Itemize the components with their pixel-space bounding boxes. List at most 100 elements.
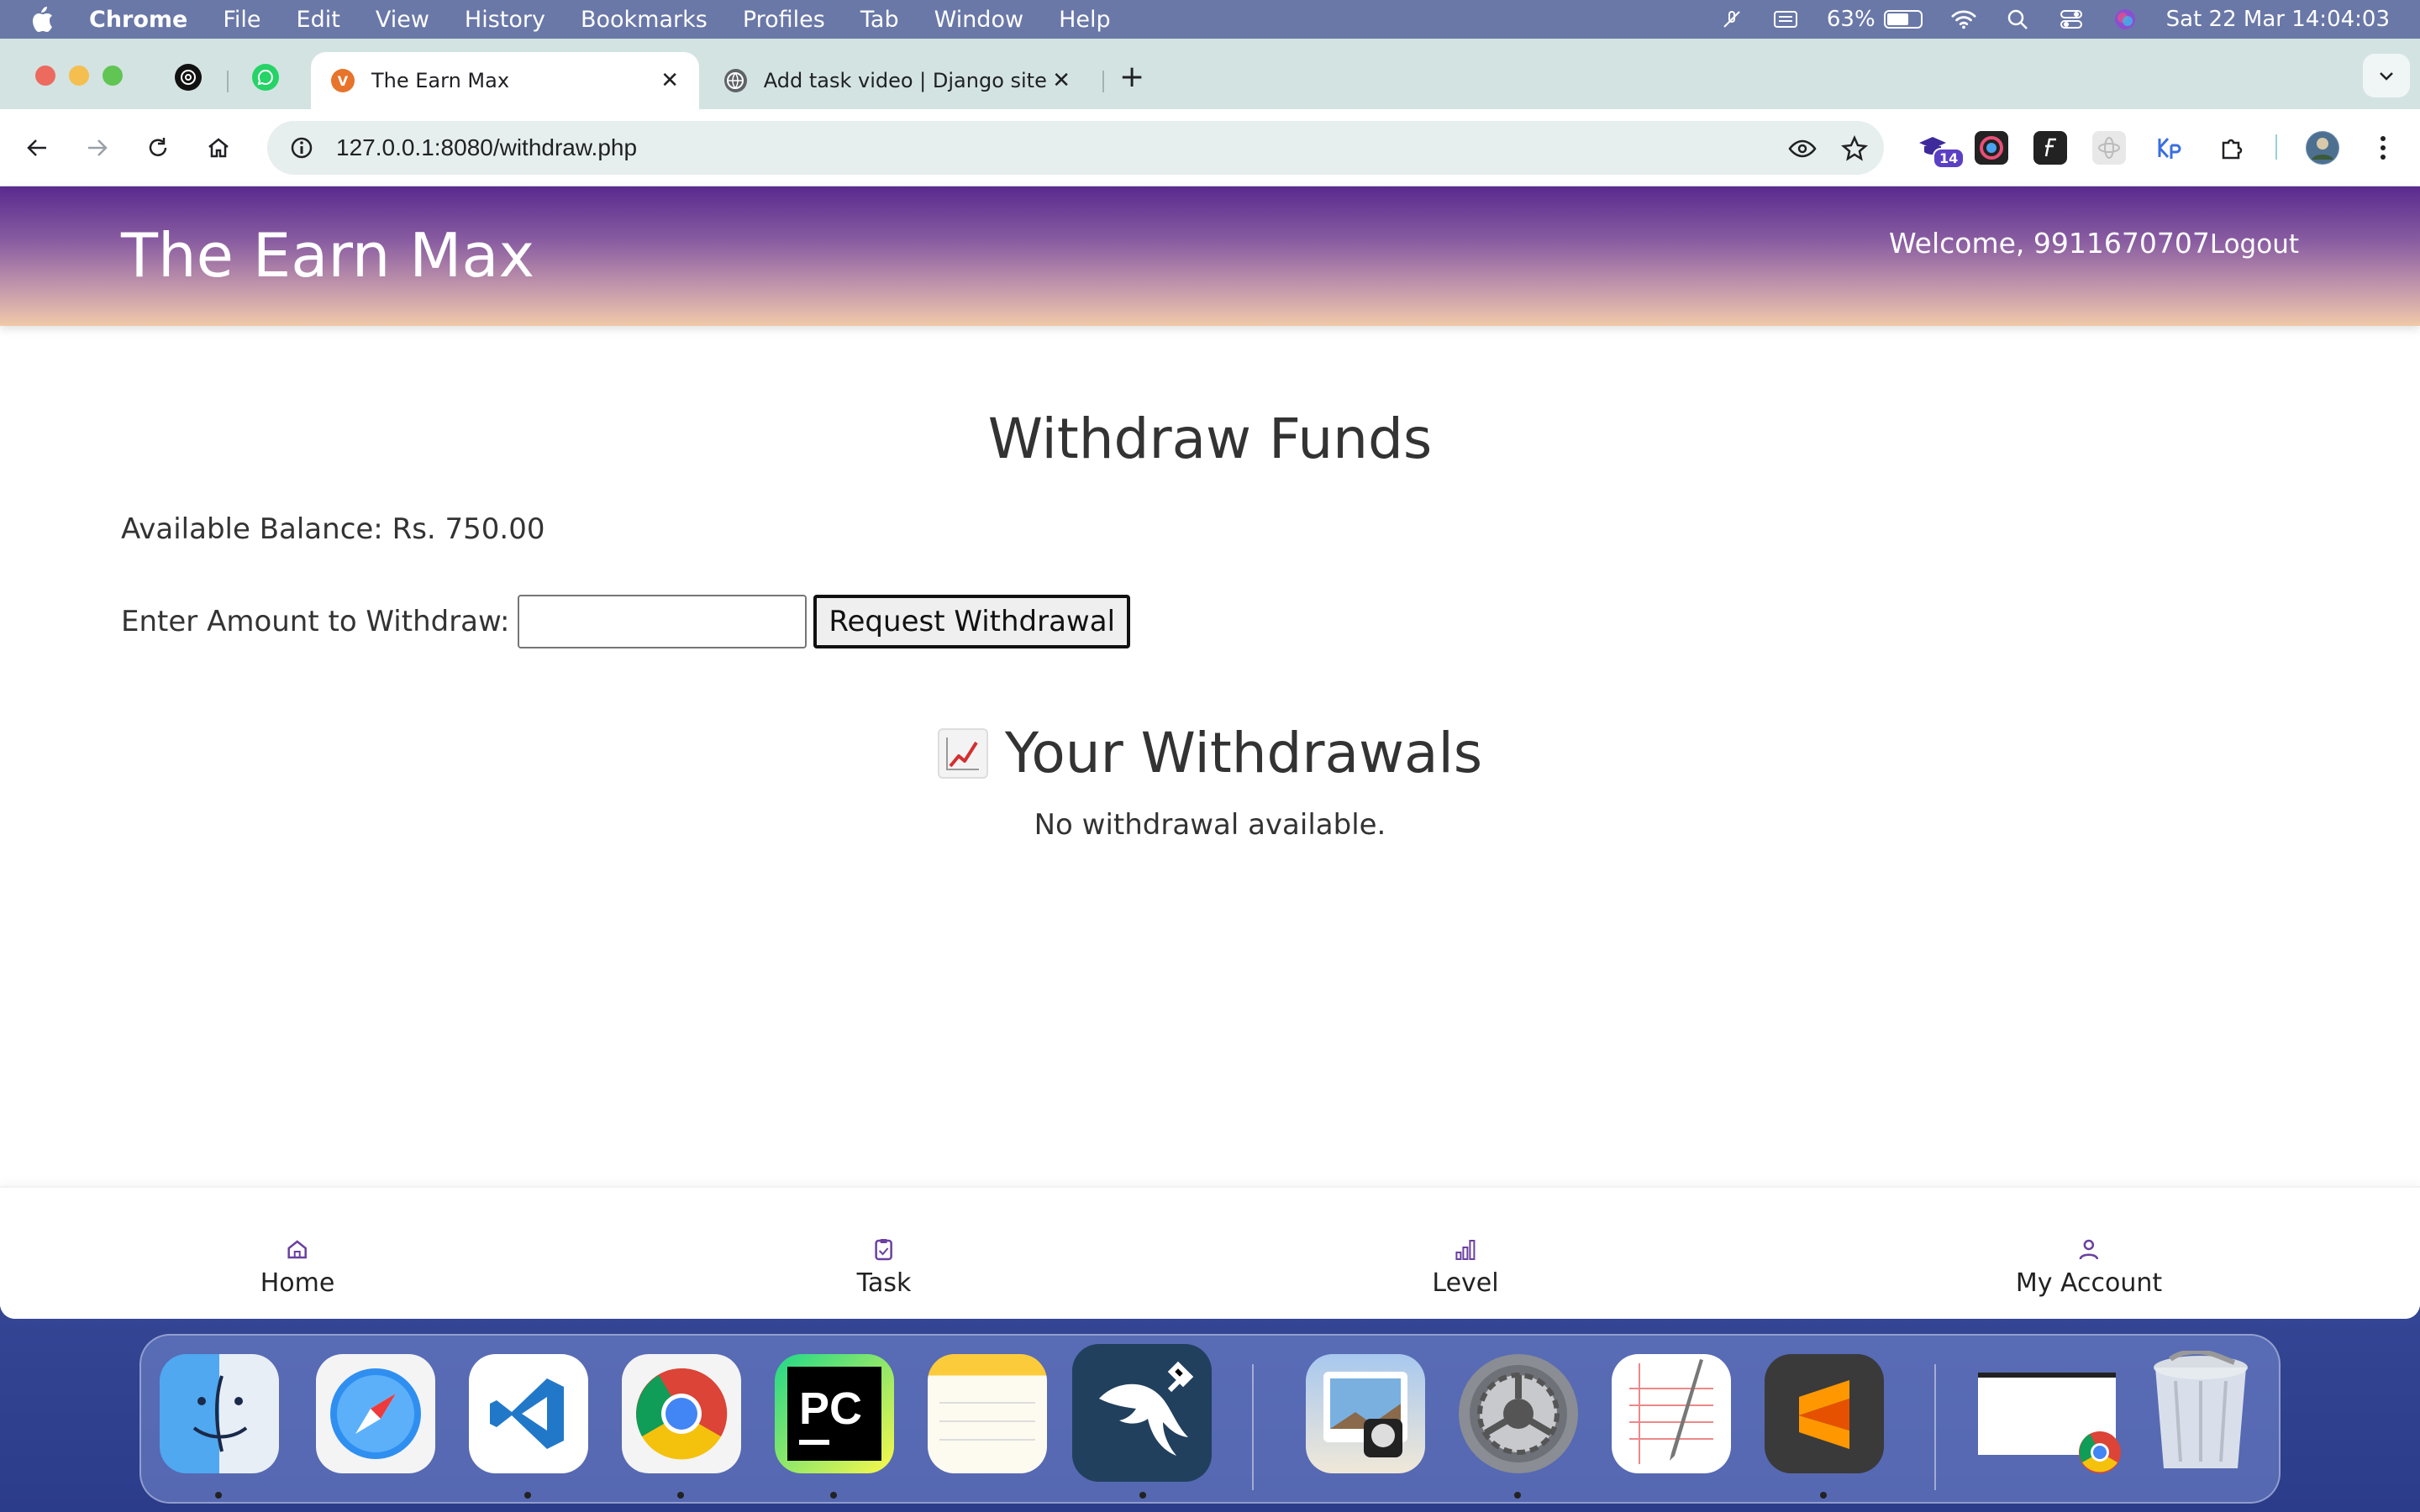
nav-my-account[interactable]: My Account xyxy=(2016,1236,2162,1298)
home-icon xyxy=(285,1236,310,1262)
minimized-chrome-window-icon[interactable] xyxy=(1976,1354,2121,1473)
chrome-window: V The Earn Max ✕ Add task video | Django… xyxy=(0,39,2420,1319)
system-settings-icon[interactable] xyxy=(1459,1354,1578,1473)
nav-label: My Account xyxy=(2015,1268,2163,1298)
chrome-menu-icon[interactable] xyxy=(2366,131,2400,165)
bookmark-star-icon[interactable] xyxy=(1840,134,1869,163)
tab-separator xyxy=(1102,71,1104,92)
user-icon xyxy=(2076,1236,2102,1262)
browser-toolbar: 127.0.0.1:8080/withdraw.php 14 xyxy=(0,109,2420,186)
clipboard-icon xyxy=(871,1236,897,1262)
menu-profiles[interactable]: Profiles xyxy=(743,7,825,33)
reload-icon xyxy=(149,138,167,156)
sublime-text-icon[interactable] xyxy=(1765,1354,1884,1473)
tab-the-earn-max[interactable]: V The Earn Max ✕ xyxy=(311,52,699,109)
tab-strip: V The Earn Max ✕ Add task video | Django… xyxy=(0,39,2420,109)
earn-max-favicon-icon: V xyxy=(331,69,355,92)
extension-font-icon[interactable] xyxy=(2033,131,2067,165)
chart-increasing-icon xyxy=(937,727,988,779)
mysql-workbench-icon[interactable] xyxy=(1072,1344,1212,1482)
finder-icon[interactable] xyxy=(160,1354,279,1473)
back-button[interactable] xyxy=(20,131,54,165)
vscode-icon[interactable] xyxy=(469,1354,588,1473)
extension-kp-icon[interactable] xyxy=(2153,131,2186,165)
zoom-window-button[interactable] xyxy=(103,66,123,86)
nav-label: Level xyxy=(1432,1268,1499,1298)
site-info-icon[interactable] xyxy=(289,135,314,160)
menu-view[interactable]: View xyxy=(376,7,429,33)
welcome-text: Welcome, 9911670707 xyxy=(1888,227,2210,260)
close-tab-icon[interactable]: ✕ xyxy=(1052,68,1071,93)
chrome-icon[interactable] xyxy=(622,1354,741,1473)
nav-home[interactable]: Home xyxy=(260,1236,335,1298)
url-text[interactable]: 127.0.0.1:8080/withdraw.php xyxy=(336,134,637,161)
logout-link[interactable]: Logout xyxy=(2210,229,2299,260)
keyboard-icon[interactable] xyxy=(1773,8,1798,30)
site-title[interactable]: The Earn Max xyxy=(121,220,534,291)
extensions-puzzle-icon[interactable] xyxy=(2215,131,2249,165)
siri-icon[interactable] xyxy=(2112,8,2138,30)
site-header: The Earn Max Welcome, 9911670707Logout xyxy=(0,186,2420,326)
forward-button[interactable] xyxy=(81,131,114,165)
pinned-tab-chatgpt-icon[interactable] xyxy=(175,64,202,91)
eye-icon[interactable] xyxy=(1788,134,1817,163)
withdraw-form: Enter Amount to Withdraw: Request Withdr… xyxy=(121,595,1131,648)
menu-bookmarks[interactable]: Bookmarks xyxy=(581,7,708,33)
preview-icon[interactable] xyxy=(1306,1354,1425,1473)
tab-search-button[interactable] xyxy=(2363,54,2410,97)
pinned-tab-whatsapp-icon[interactable] xyxy=(252,64,279,91)
notes-icon[interactable] xyxy=(928,1354,1047,1473)
apple-menu-icon[interactable] xyxy=(30,6,64,33)
new-tab-button[interactable]: + xyxy=(1119,62,1144,92)
window-controls xyxy=(35,66,123,86)
running-indicator xyxy=(215,1492,222,1499)
close-tab-icon[interactable]: ✕ xyxy=(660,68,679,93)
menu-tab[interactable]: Tab xyxy=(860,7,899,33)
menubar-clock[interactable]: Sat 22 Mar 14:04:03 xyxy=(2166,7,2390,32)
extension-graduation-icon[interactable]: 14 xyxy=(1916,131,1965,169)
home-button[interactable] xyxy=(202,131,235,165)
reload-button[interactable] xyxy=(141,131,175,165)
pycharm-icon[interactable]: PC xyxy=(775,1354,894,1473)
menu-edit[interactable]: Edit xyxy=(297,7,340,33)
wifi-icon[interactable] xyxy=(1951,8,1976,30)
running-indicator xyxy=(830,1492,837,1499)
nav-level[interactable]: Level xyxy=(1432,1236,1499,1298)
menu-window[interactable]: Window xyxy=(934,7,1023,33)
dock-separator xyxy=(1934,1364,1936,1490)
close-window-button[interactable] xyxy=(35,66,55,86)
dock-separator xyxy=(1252,1364,1254,1490)
running-indicator xyxy=(1139,1492,1146,1499)
nav-label: Home xyxy=(260,1268,335,1298)
arrow-right-icon xyxy=(88,139,108,156)
menu-help[interactable]: Help xyxy=(1059,7,1111,33)
battery-percent: 63% xyxy=(1826,7,1876,32)
arrow-left-icon xyxy=(27,139,46,156)
empty-withdrawals-message: No withdrawal available. xyxy=(1034,808,1386,842)
macos-menu-bar: Chrome File Edit View History Bookmarks … xyxy=(0,0,2420,39)
chevron-down-icon xyxy=(2380,72,2393,81)
minimize-window-button[interactable] xyxy=(69,66,89,86)
tab-title: Add task video | Django site a xyxy=(763,69,1053,92)
tab-django-site[interactable]: Add task video | Django site a ✕ xyxy=(704,52,1091,109)
extension-color-picker-icon[interactable] xyxy=(1975,131,2008,165)
request-withdrawal-button[interactable]: Request Withdrawal xyxy=(813,595,1131,648)
profile-avatar[interactable] xyxy=(2306,131,2339,165)
menu-file[interactable]: File xyxy=(223,7,260,33)
control-center-icon[interactable] xyxy=(2059,8,2084,30)
mic-off-icon[interactable] xyxy=(1719,8,1744,30)
trash-icon[interactable] xyxy=(2141,1351,2260,1473)
menu-app-name[interactable]: Chrome xyxy=(89,7,187,33)
address-bar[interactable]: 127.0.0.1:8080/withdraw.php xyxy=(267,121,1884,175)
menu-history[interactable]: History xyxy=(465,7,545,33)
battery-status[interactable]: 63% xyxy=(1827,7,1923,32)
running-indicator xyxy=(677,1492,684,1499)
safari-icon[interactable] xyxy=(316,1354,435,1473)
textedit-icon[interactable] xyxy=(1612,1354,1731,1473)
available-balance: Available Balance: Rs. 750.00 xyxy=(121,512,545,546)
amount-input[interactable] xyxy=(518,595,808,648)
extension-react-icon[interactable] xyxy=(2092,131,2126,165)
nav-task[interactable]: Task xyxy=(857,1236,911,1298)
spotlight-search-icon[interactable] xyxy=(2005,8,2030,30)
macos-dock: PC xyxy=(139,1334,2281,1504)
